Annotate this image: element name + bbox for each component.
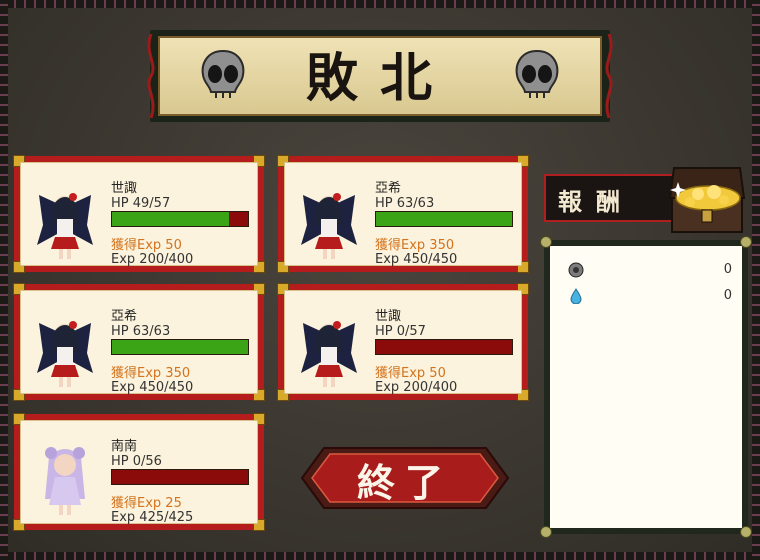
member-name: 亞希 [375,181,402,196]
member-hp: HP 63/63 [111,324,171,339]
defeat-banner: 敗北 [147,30,613,122]
hp-bar [375,211,513,227]
member-exp: Exp 450/450 [375,252,458,267]
party-member-card: 亞希 HP 63/63 獲得Exp 350 Exp 450/450 [277,155,529,273]
member-hp: HP 49/57 [111,196,171,211]
winged-girl-sprite [35,185,95,261]
skull-icon [515,49,559,98]
gained-exp: 獲得Exp 350 [375,238,455,253]
hp-bar [375,339,513,355]
member-name: 南南 [111,439,138,454]
winged-girl-sprite [299,185,359,261]
coin-count: 0 [723,262,732,277]
winged-girl-sprite [35,313,95,389]
party-member-card: 世諏 HP 0/57 獲得Exp 50 Exp 200/400 [277,283,529,401]
member-name: 世諏 [375,309,402,324]
member-exp: Exp 450/450 [111,380,194,395]
gained-exp: 獲得Exp 350 [111,366,191,381]
coin-icon [568,262,584,278]
member-exp: Exp 425/425 [111,510,194,525]
gained-exp: 獲得Exp 25 [111,496,182,511]
party-member-card: 世諏 HP 49/57 獲得Exp 50 Exp 200/400 [13,155,265,273]
gained-exp: 獲得Exp 50 [375,366,446,381]
hp-bar-fill [112,340,248,354]
member-name: 世諏 [111,181,138,196]
gained-exp: 獲得Exp 50 [111,238,182,253]
reward-panel: 0 0 [540,236,752,538]
reward-item-coin: 0 [562,260,732,280]
member-name: 亞希 [111,309,138,324]
lilac-girl-sprite [35,443,95,519]
member-exp: Exp 200/400 [111,252,194,267]
reward-label: 報酬 [544,174,678,222]
member-hp: HP 63/63 [375,196,435,211]
reward-item-water: 0 [562,286,732,306]
party-member-card: 南南 HP 0/56 獲得Exp 25 Exp 425/425 [13,413,265,531]
member-exp: Exp 200/400 [375,380,458,395]
winged-girl-sprite [299,313,359,389]
end-button[interactable]: 終了 [300,446,510,510]
treasure-chest-icon [668,167,746,233]
party-member-card: 亞希 HP 63/63 獲得Exp 350 Exp 450/450 [13,283,265,401]
left-border [0,0,8,560]
member-hp: HP 0/57 [375,324,426,339]
hp-bar [111,469,249,485]
hp-bar [111,211,249,227]
hp-bar-fill [112,212,229,226]
member-hp: HP 0/56 [111,454,162,469]
right-border [752,0,760,560]
water-count: 0 [723,288,732,303]
hp-bar-fill [376,212,512,226]
hp-bar [111,339,249,355]
water-drop-icon [570,288,582,304]
